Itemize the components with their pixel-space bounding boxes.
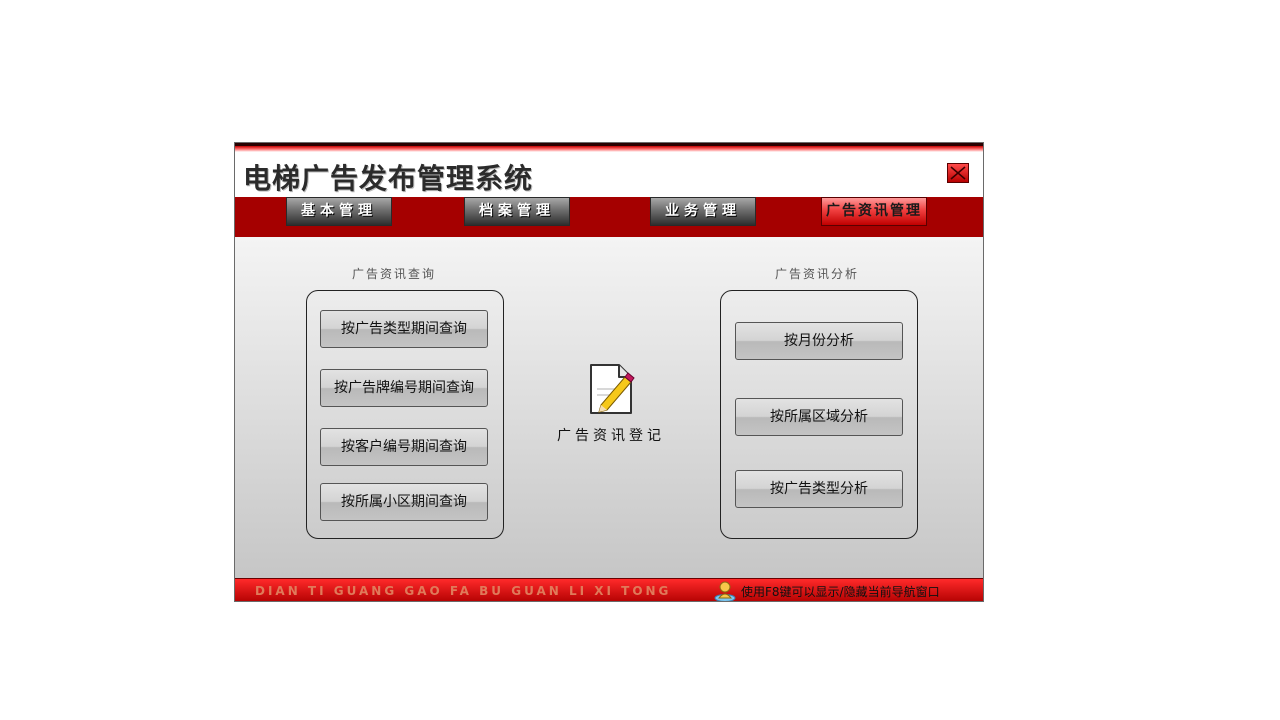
analysis-group-title: 广告资讯分析 bbox=[775, 267, 860, 281]
app-window: 电梯广告发布管理系统 基本管理 档案管理 业务管理 广告资讯管理 广告资讯查询 … bbox=[234, 142, 984, 602]
close-button[interactable] bbox=[947, 163, 969, 183]
query-by-community-button[interactable]: 按所属小区期间查询 bbox=[320, 483, 488, 521]
window-title: 电梯广告发布管理系统 bbox=[243, 162, 534, 195]
menu-business-management[interactable]: 业务管理 bbox=[650, 197, 756, 226]
query-group-title: 广告资讯查询 bbox=[352, 267, 437, 281]
analyze-by-region-button[interactable]: 按所属区域分析 bbox=[735, 398, 903, 436]
content-area: 广告资讯查询 按广告类型期间查询 按广告牌编号期间查询 按客户编号期间查询 按所… bbox=[235, 237, 983, 578]
user-icon bbox=[714, 581, 736, 601]
menu-ad-info-management[interactable]: 广告资讯管理 bbox=[821, 197, 927, 226]
query-by-customer-number-button[interactable]: 按客户编号期间查询 bbox=[320, 428, 488, 466]
menu-basic-management[interactable]: 基本管理 bbox=[286, 197, 392, 226]
analysis-group: 按月份分析 按所属区域分析 按广告类型分析 bbox=[720, 290, 918, 539]
pinyin-banner: DIAN TI GUANG GAO FA BU GUAN LI XI TONG bbox=[255, 584, 672, 598]
query-by-billboard-number-button[interactable]: 按广告牌编号期间查询 bbox=[320, 369, 488, 407]
analyze-by-month-button[interactable]: 按月份分析 bbox=[735, 322, 903, 360]
edit-document-icon[interactable] bbox=[587, 361, 635, 417]
menu-bar: 基本管理 档案管理 业务管理 广告资讯管理 bbox=[235, 197, 983, 237]
query-group: 按广告类型期间查询 按广告牌编号期间查询 按客户编号期间查询 按所属小区期间查询 bbox=[306, 290, 504, 539]
analyze-by-ad-type-button[interactable]: 按广告类型分析 bbox=[735, 470, 903, 508]
f8-hint-text: 使用F8键可以显示/隐藏当前导航窗口 bbox=[741, 585, 940, 599]
query-by-ad-type-button[interactable]: 按广告类型期间查询 bbox=[320, 310, 488, 348]
close-icon bbox=[950, 166, 966, 180]
status-bar: DIAN TI GUANG GAO FA BU GUAN LI XI TONG … bbox=[235, 578, 983, 601]
ad-info-register-label[interactable]: 广告资讯登记 bbox=[545, 425, 677, 445]
title-stripe bbox=[235, 143, 983, 152]
menu-archive-management[interactable]: 档案管理 bbox=[464, 197, 570, 226]
